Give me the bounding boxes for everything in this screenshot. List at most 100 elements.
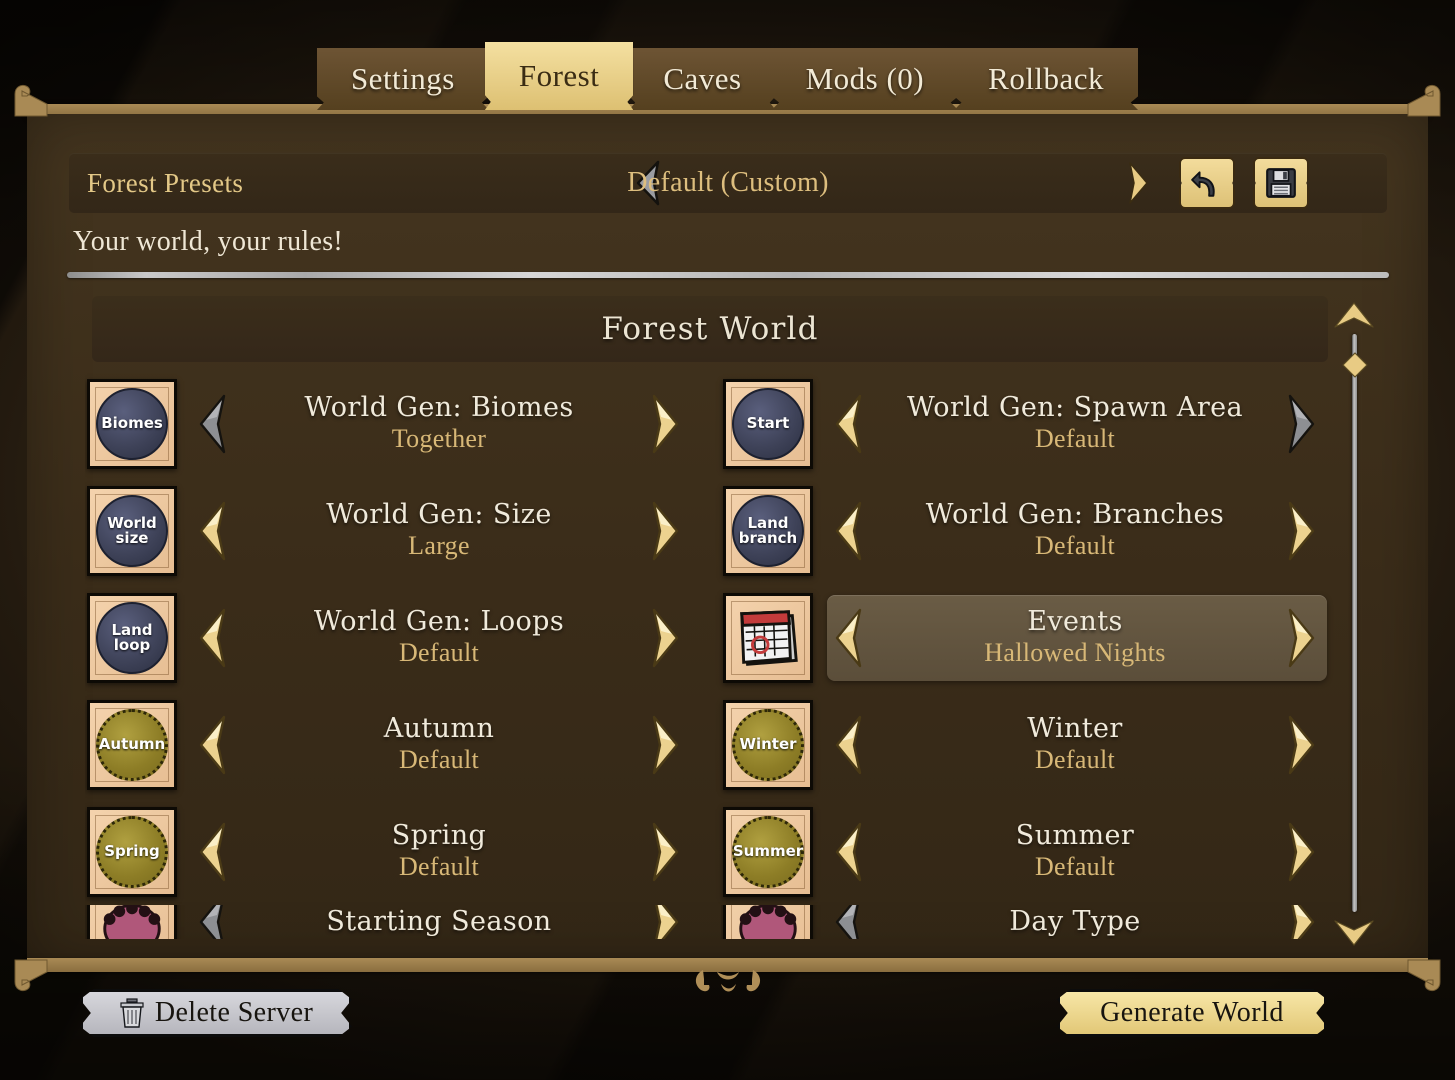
option-prev-button[interactable]	[833, 821, 863, 883]
tab-rollback[interactable]: Rollback	[954, 48, 1139, 110]
option-next-button[interactable]	[651, 905, 681, 939]
options-scroll-area: Forest World Biomes World Gen: Biomes Toge…	[85, 296, 1335, 944]
option-control: Starting Season	[191, 905, 691, 939]
chevron-right-icon	[652, 608, 679, 667]
option-icon-button[interactable]: Land loop	[87, 592, 177, 683]
option-next-button[interactable]	[651, 821, 681, 883]
option-next-button[interactable]	[1287, 500, 1317, 562]
option-control: World Gen: Branches Default	[827, 488, 1327, 574]
tab-mods-0[interactable]: Mods (0)	[771, 48, 959, 110]
option-control: Summer Default	[827, 809, 1327, 895]
option-next-button[interactable]	[651, 393, 681, 455]
preset-next-arrow[interactable]	[1127, 161, 1149, 205]
option-value: Together	[391, 423, 487, 453]
save-preset-button[interactable]	[1253, 157, 1309, 209]
season-wreath-icon	[103, 905, 161, 939]
option-icon-button[interactable]: Land branch	[723, 485, 813, 576]
option-row: Spring Spring Default	[85, 798, 697, 905]
chevron-left-icon	[199, 905, 223, 939]
options-scrollbar[interactable]	[1332, 300, 1376, 948]
option-icon-button[interactable]	[87, 905, 177, 939]
option-icon-button[interactable]	[723, 592, 813, 683]
scrollbar-thumb[interactable]	[1340, 350, 1370, 380]
option-prev-button[interactable]	[833, 500, 863, 562]
option-icon-button[interactable]: Start	[723, 378, 813, 469]
option-title: Summer	[1015, 819, 1135, 851]
chevron-left-icon	[199, 822, 226, 881]
tab-forest[interactable]: Forest	[484, 42, 634, 110]
section-divider	[67, 272, 1389, 278]
generate-world-button[interactable]: Generate World	[1057, 989, 1327, 1037]
corner-ornament-bottom-right	[1404, 956, 1444, 994]
worldgen-badge-icon: Land loop	[96, 601, 168, 674]
option-icon-inner: Winter	[731, 707, 805, 782]
option-icon-button[interactable]: World size	[87, 485, 177, 576]
option-prev-button[interactable]	[833, 607, 863, 669]
option-next-button[interactable]	[1287, 905, 1317, 939]
option-title: Winter	[1027, 712, 1123, 744]
option-prev-button[interactable]	[197, 607, 227, 669]
scrollbar-track[interactable]	[1352, 334, 1357, 912]
worldgen-badge-icon: Biomes	[96, 387, 168, 460]
option-icon-button[interactable]: Spring	[87, 806, 177, 897]
option-icon-button[interactable]: Summer	[723, 806, 813, 897]
chevron-left-icon	[835, 394, 862, 453]
chevron-right-icon	[1288, 501, 1315, 560]
chevron-right-icon	[655, 905, 679, 939]
option-control: Events Hallowed Nights	[827, 594, 1327, 681]
option-prev-button[interactable]	[833, 393, 863, 455]
season-badge-icon: Winter	[732, 708, 804, 781]
option-prev-button[interactable]	[197, 714, 227, 776]
option-icon-inner: Spring	[95, 814, 169, 889]
option-icon-inner	[731, 600, 805, 675]
option-next-button[interactable]	[1287, 607, 1317, 669]
season-wreath-icon	[739, 905, 797, 939]
scroll-up-button[interactable]	[1332, 300, 1376, 330]
scroll-down-button[interactable]	[1332, 918, 1376, 948]
option-prev-button[interactable]	[197, 821, 227, 883]
option-next-button	[1287, 393, 1317, 455]
bottom-center-flourish	[673, 968, 783, 998]
option-next-button[interactable]	[651, 714, 681, 776]
option-icon-inner: Summer	[731, 814, 805, 889]
main-frame: Forest Presets Default (Custom) Your wor…	[14, 84, 1441, 992]
option-next-button[interactable]	[1287, 821, 1317, 883]
option-next-button[interactable]	[651, 500, 681, 562]
option-icon-inner: Land branch	[731, 493, 805, 568]
option-prev-button[interactable]	[197, 500, 227, 562]
option-prev-button	[197, 393, 227, 455]
option-title: World Gen: Branches	[925, 498, 1225, 530]
tab-caves[interactable]: Caves	[629, 48, 776, 110]
option-icon-inner	[731, 905, 805, 939]
option-control: Day Type	[827, 905, 1327, 939]
generate-world-label: Generate World	[1100, 997, 1284, 1028]
option-text: Day Type	[863, 907, 1287, 937]
option-next-button[interactable]	[1287, 714, 1317, 776]
floppy-disk-icon	[1266, 168, 1296, 198]
option-icon-button[interactable]: Winter	[723, 699, 813, 790]
world-header-label: Forest World	[601, 311, 819, 347]
trash-icon	[120, 998, 144, 1028]
chevron-right-icon	[652, 822, 679, 881]
option-row: Summer Summer Default	[721, 798, 1333, 905]
option-row: Starting Season	[85, 905, 697, 939]
revert-preset-button[interactable]	[1179, 157, 1235, 209]
option-icon-inner: Biomes	[95, 386, 169, 461]
chevron-left-icon	[199, 394, 226, 453]
chevron-right-icon	[1288, 822, 1315, 881]
option-title: World Gen: Loops	[313, 605, 565, 637]
chevron-left-icon	[835, 822, 862, 881]
option-prev-button[interactable]	[833, 714, 863, 776]
option-value: Hallowed Nights	[984, 637, 1166, 667]
option-next-button[interactable]	[651, 607, 681, 669]
option-title: World Gen: Size	[326, 498, 552, 530]
delete-server-button[interactable]: Delete Server	[80, 989, 352, 1037]
option-row: Day Type	[721, 905, 1333, 939]
option-text: Autumn Default	[227, 713, 651, 776]
option-icon-button[interactable]: Autumn	[87, 699, 177, 790]
tab-settings[interactable]: Settings	[316, 48, 489, 110]
option-icon-button[interactable]: Biomes	[87, 378, 177, 469]
option-text: Starting Season	[227, 907, 651, 937]
option-row: Land branch World Gen: Branches Default	[721, 477, 1333, 584]
option-icon-button[interactable]	[723, 905, 813, 939]
